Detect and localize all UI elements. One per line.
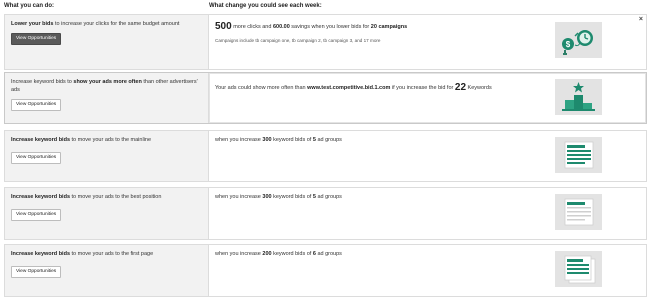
opportunity-row-lower-bids: Lower your bids to increase your clicks … — [4, 14, 647, 70]
row-title: Increase keyword bids to move your ads t… — [11, 251, 154, 257]
view-opportunities-button[interactable]: View Opportunities — [11, 152, 62, 164]
row-impact-panel: when you increase 300 keyword bids of 5 … — [209, 188, 646, 239]
svg-text:$: $ — [566, 40, 571, 49]
row-impact-panel: when you increase 200 keyword bids of 6 … — [209, 245, 646, 296]
row-impact-panel: when you increase 300 keyword bids of 5 … — [209, 131, 646, 181]
opportunity-row-first-page: Increase keyword bids to move your ads t… — [4, 244, 647, 297]
row-action-panel: Increase keyword bids to move your ads t… — [5, 131, 209, 181]
row-action-panel: Lower your bids to increase your clicks … — [5, 15, 209, 69]
first-page-icon — [555, 251, 602, 287]
opportunity-row-show-more-often: Increase keyword bids to show your ads m… — [4, 72, 647, 124]
best-position-icon — [555, 194, 602, 230]
view-opportunities-button[interactable]: View Opportunities — [11, 33, 62, 45]
podium-star-icon — [555, 79, 602, 115]
row-action-panel: Increase keyword bids to move your ads t… — [5, 245, 209, 296]
opportunity-row-mainline: Increase keyword bids to move your ads t… — [4, 130, 647, 182]
row-title: Lower your bids to increase your clicks … — [11, 21, 180, 27]
view-opportunities-button[interactable]: View Opportunities — [11, 266, 62, 278]
row-title: Increase keyword bids to move your ads t… — [11, 194, 162, 200]
row-title: Increase keyword bids to move your ads t… — [11, 137, 152, 143]
mainline-ads-icon — [555, 137, 602, 173]
row-impact-panel: 500 more clicks and 600.00 savings when … — [209, 15, 646, 69]
opportunity-row-best-position: Increase keyword bids to move your ads t… — [4, 187, 647, 240]
view-opportunities-button[interactable]: View Opportunities — [11, 99, 62, 111]
row-action-panel: Increase keyword bids to move your ads t… — [5, 188, 209, 239]
row-impact-panel: Your ads could show more often than www.… — [209, 73, 646, 123]
savings-clock-icon: $ — [555, 22, 602, 58]
close-icon[interactable]: × — [639, 16, 643, 23]
row-action-panel: Increase keyword bids to show your ads m… — [5, 73, 209, 123]
header-what-change: What change you could see each week: — [209, 3, 322, 9]
header-what-you-can-do: What you can do: — [4, 3, 54, 9]
view-opportunities-button[interactable]: View Opportunities — [11, 209, 62, 221]
row-title: Increase keyword bids to show your ads m… — [11, 79, 198, 93]
